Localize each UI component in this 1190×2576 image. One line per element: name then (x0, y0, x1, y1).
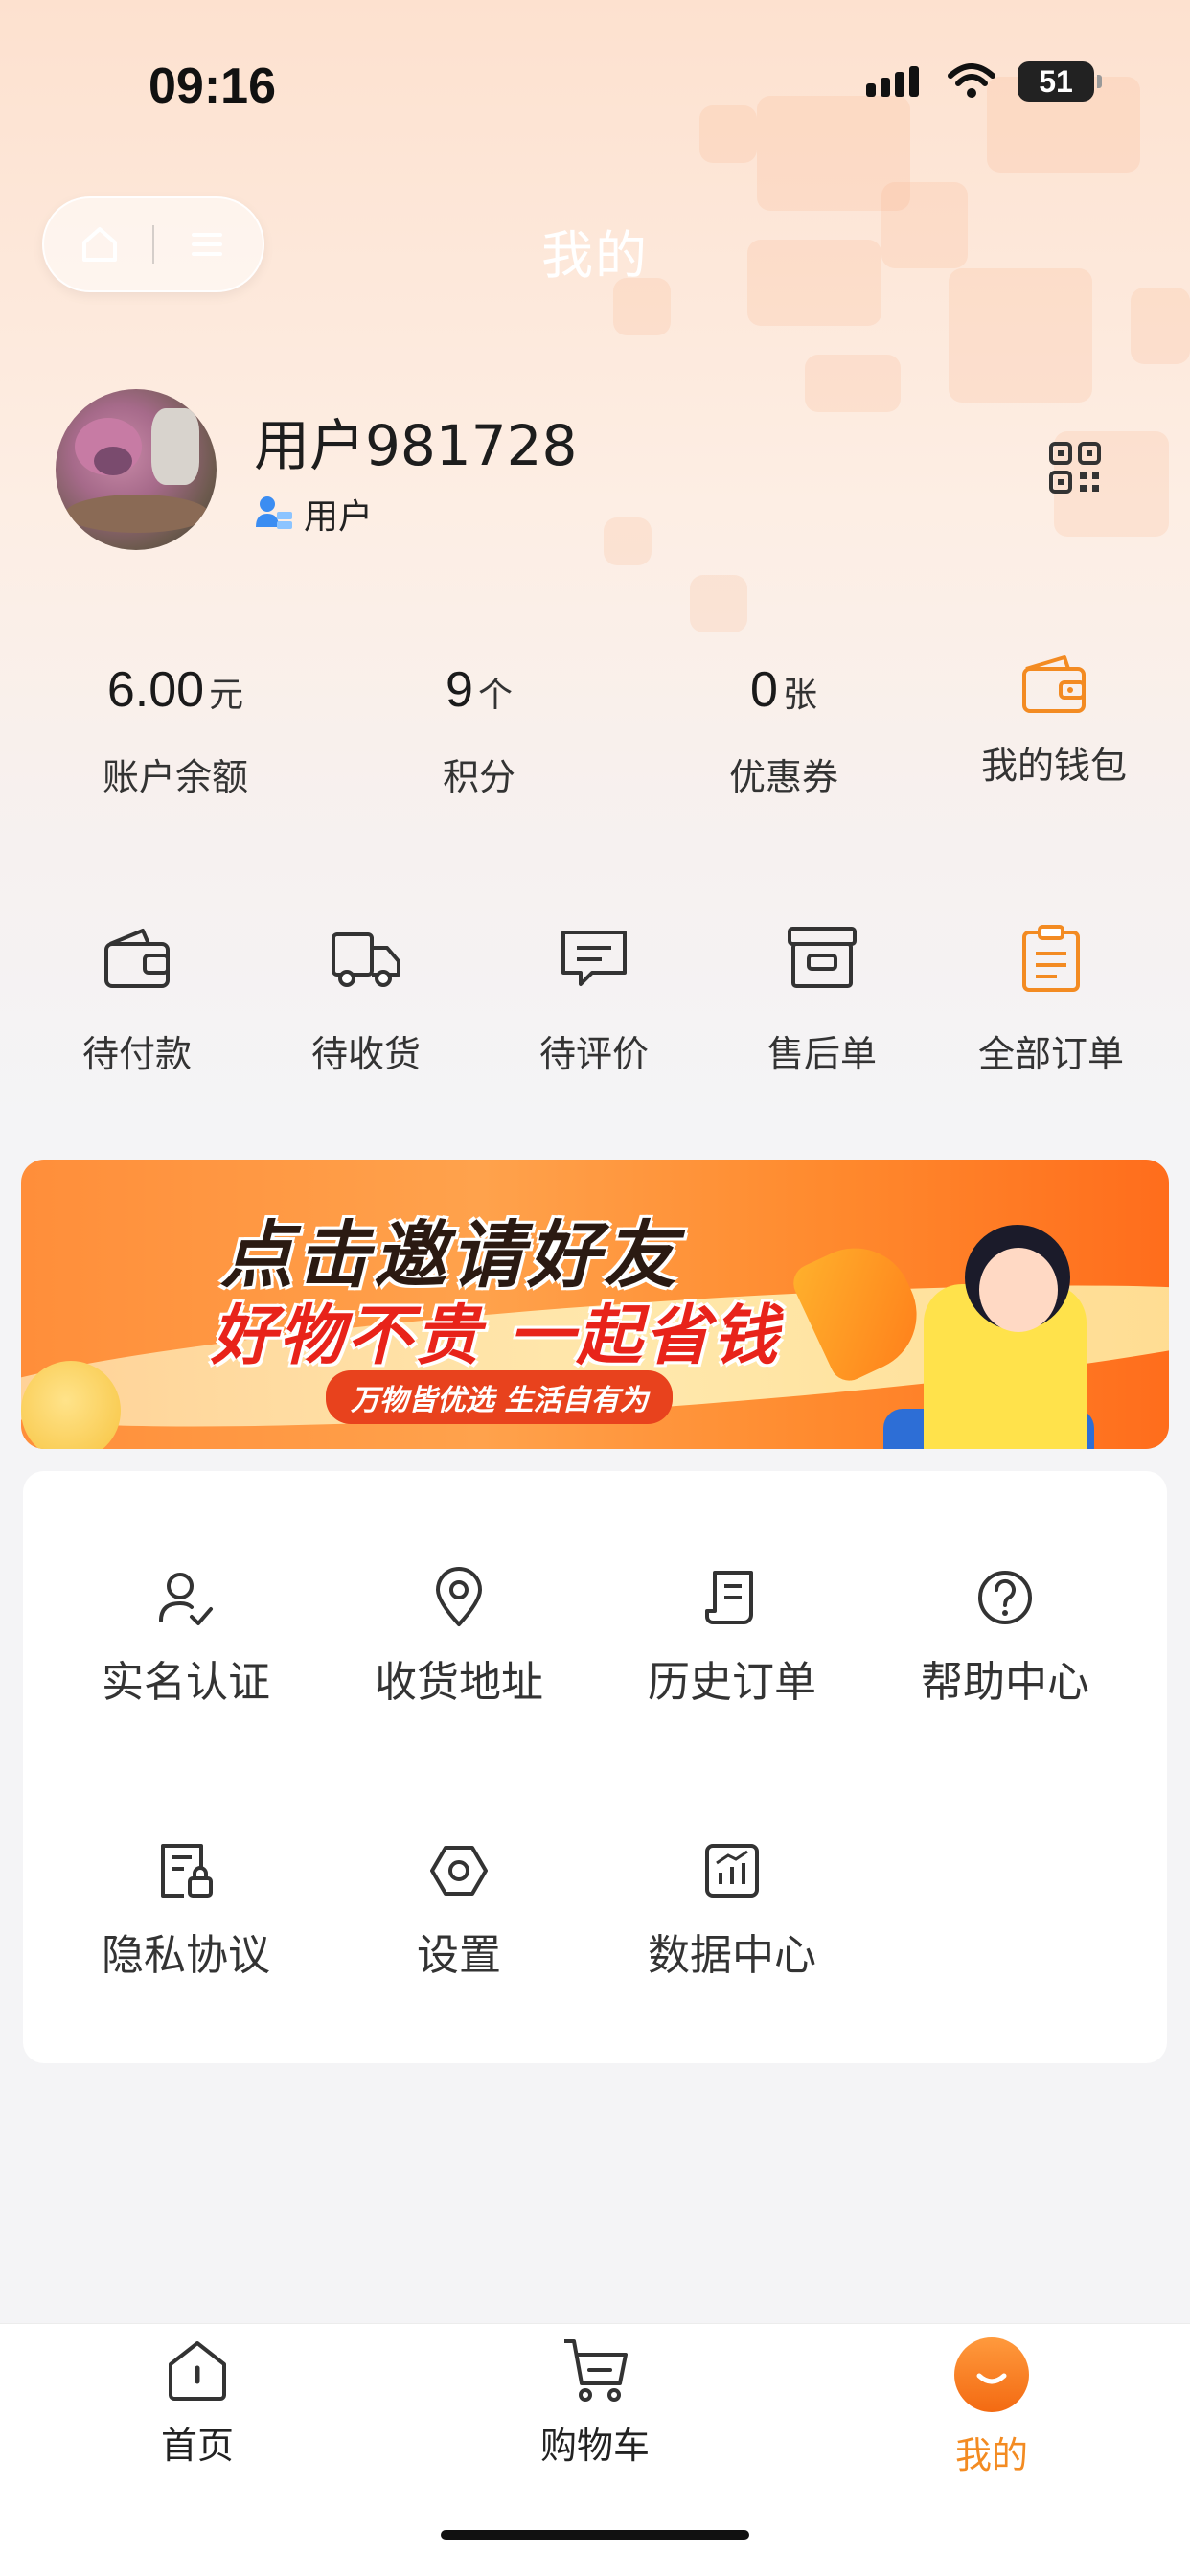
role-badge: 用户 (254, 489, 373, 539)
stat-balance[interactable]: 6.00 元 账户余额 (51, 661, 300, 800)
menu-data-center[interactable]: 数据中心 (598, 1840, 866, 1982)
location-pin-icon (436, 1567, 482, 1626)
wifi-icon (948, 63, 995, 98)
truck-icon (332, 932, 400, 987)
battery-indicator: 51 (1018, 61, 1102, 102)
page-title: 我的 (541, 225, 649, 286)
tab-mine[interactable]: 我的 (877, 2335, 1107, 2478)
menu-privacy[interactable]: 隐私协议 (52, 1840, 320, 1982)
wallet-icon (104, 929, 170, 988)
menu-settings[interactable]: 设置 (325, 1840, 593, 1982)
cart-icon (564, 2339, 628, 2402)
clipboard-icon (1022, 925, 1080, 992)
menu-label: 数据中心 (648, 1931, 816, 1980)
order-label: 待付款 (81, 1033, 192, 1075)
archive-icon (788, 927, 857, 988)
banner-tagline: 万物皆优选 生活自有为 (326, 1370, 674, 1424)
order-label: 售后单 (767, 1033, 877, 1075)
data-chart-icon (705, 1844, 759, 1898)
stat-value: 9 (445, 662, 473, 718)
menu-history-orders[interactable]: 历史订单 (598, 1567, 866, 1709)
order-pending-payment[interactable]: 待付款 (41, 925, 233, 1077)
menu-label: 帮助中心 (921, 1658, 1089, 1707)
order-label: 全部订单 (977, 1033, 1124, 1075)
wallet-icon (1022, 656, 1086, 713)
privacy-doc-icon (161, 1844, 213, 1898)
menu-help-center[interactable]: 帮助中心 (871, 1567, 1139, 1709)
tab-cart[interactable]: 购物车 (480, 2335, 710, 2469)
my-wallet-button[interactable]: 我的钱包 (958, 654, 1150, 789)
avatar[interactable] (56, 389, 217, 550)
menu-real-name[interactable]: 实名认证 (52, 1567, 320, 1709)
order-after-sales[interactable]: 售后单 (726, 925, 918, 1077)
menu-label: 实名认证 (102, 1658, 270, 1707)
profile-smile-icon (954, 2337, 1029, 2412)
menu-label: 隐私协议 (102, 1931, 270, 1980)
tab-label: 我的 (954, 2434, 1028, 2476)
invite-friends-banner[interactable]: 点击邀请好友 好物不贵 一起省钱 万物皆优选 生活自有为 (21, 1160, 1169, 1449)
stat-points[interactable]: 9 个 积分 (355, 661, 604, 800)
receipt-icon (705, 1571, 753, 1624)
order-label: 待评价 (538, 1033, 649, 1075)
stat-label: 账户余额 (102, 756, 248, 798)
user-role-icon (256, 496, 292, 529)
stat-label: 积分 (442, 756, 515, 798)
order-shortcuts: 待付款 待收货 待评价 售后单 全部订单 (0, 925, 1190, 1097)
help-icon (978, 1571, 1032, 1624)
stat-unit: 元 (209, 676, 244, 715)
status-time: 09:16 (149, 58, 276, 114)
stat-coupons[interactable]: 0 张 优惠券 (659, 661, 908, 800)
username: 用户981728 (254, 413, 578, 478)
role-label: 用户 (304, 497, 374, 537)
settings-hex-icon (430, 1846, 488, 1896)
stat-value: 0 (749, 662, 778, 718)
menu-label: 历史订单 (648, 1658, 816, 1707)
stat-unit: 个 (478, 676, 514, 715)
stat-value: 6.00 (106, 662, 205, 718)
signal-icon (866, 66, 919, 97)
home-indicator (441, 2530, 749, 2540)
banner-subheadline: 好物不贵 一起省钱 (211, 1299, 781, 1374)
stat-label: 优惠券 (728, 756, 838, 798)
order-pending-delivery[interactable]: 待收货 (270, 925, 462, 1077)
menu-label: 设置 (417, 1931, 501, 1980)
home-icon (169, 2341, 226, 2401)
order-pending-review[interactable]: 待评价 (498, 925, 690, 1077)
status-icons: 51 (864, 61, 1102, 102)
tab-label: 购物车 (539, 2425, 650, 2467)
tab-label: 首页 (160, 2425, 234, 2467)
tab-home[interactable]: 首页 (82, 2335, 312, 2469)
comment-icon (561, 931, 627, 986)
menu-label: 收货地址 (375, 1658, 543, 1707)
wallet-label: 我的钱包 (980, 745, 1127, 787)
qr-code-icon[interactable] (1048, 441, 1102, 494)
order-label: 待收货 (310, 1033, 421, 1075)
service-menu: 实名认证 收货地址 历史订单 帮助中心 隐私协议 设置 数据中心 (23, 1471, 1167, 2063)
stat-unit: 张 (783, 676, 818, 715)
user-check-icon (159, 1573, 213, 1625)
menu-address[interactable]: 收货地址 (325, 1567, 593, 1709)
order-all[interactable]: 全部订单 (955, 925, 1147, 1077)
